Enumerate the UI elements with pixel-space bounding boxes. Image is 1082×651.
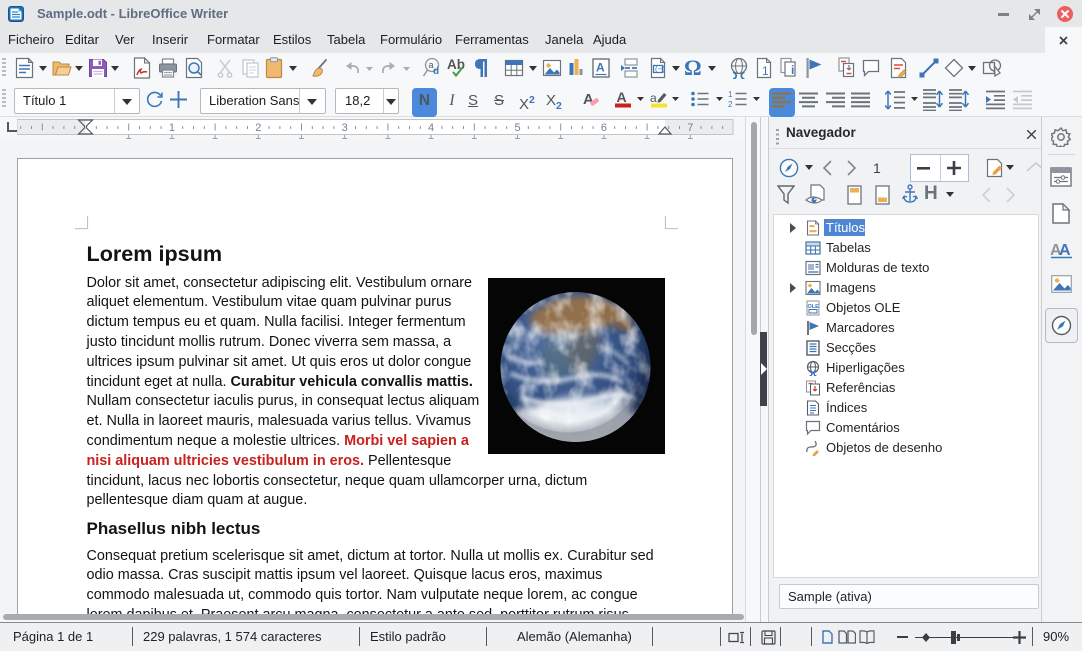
svg-text:(−): (−)	[655, 65, 665, 74]
svg-text:A: A	[617, 89, 627, 105]
svg-text:1: 1	[762, 64, 769, 78]
svg-text:a: a	[650, 91, 657, 105]
svg-text:d: d	[433, 66, 439, 77]
svg-text:4: 4	[428, 122, 434, 134]
svg-text:5: 5	[514, 122, 520, 134]
svg-text:Ω: Ω	[684, 57, 702, 79]
svg-text:1: 1	[728, 90, 733, 99]
svg-text:3: 3	[342, 122, 348, 134]
svg-text:2: 2	[728, 100, 733, 109]
svg-text:Ab: Ab	[447, 57, 465, 72]
svg-text:6: 6	[601, 122, 607, 134]
svg-text:1: 1	[169, 122, 175, 134]
svg-text:7: 7	[687, 122, 693, 134]
svg-text:A: A	[596, 61, 605, 75]
svg-text:A: A	[1059, 242, 1071, 259]
svg-text:2: 2	[255, 122, 261, 134]
svg-text:i: i	[791, 63, 794, 77]
